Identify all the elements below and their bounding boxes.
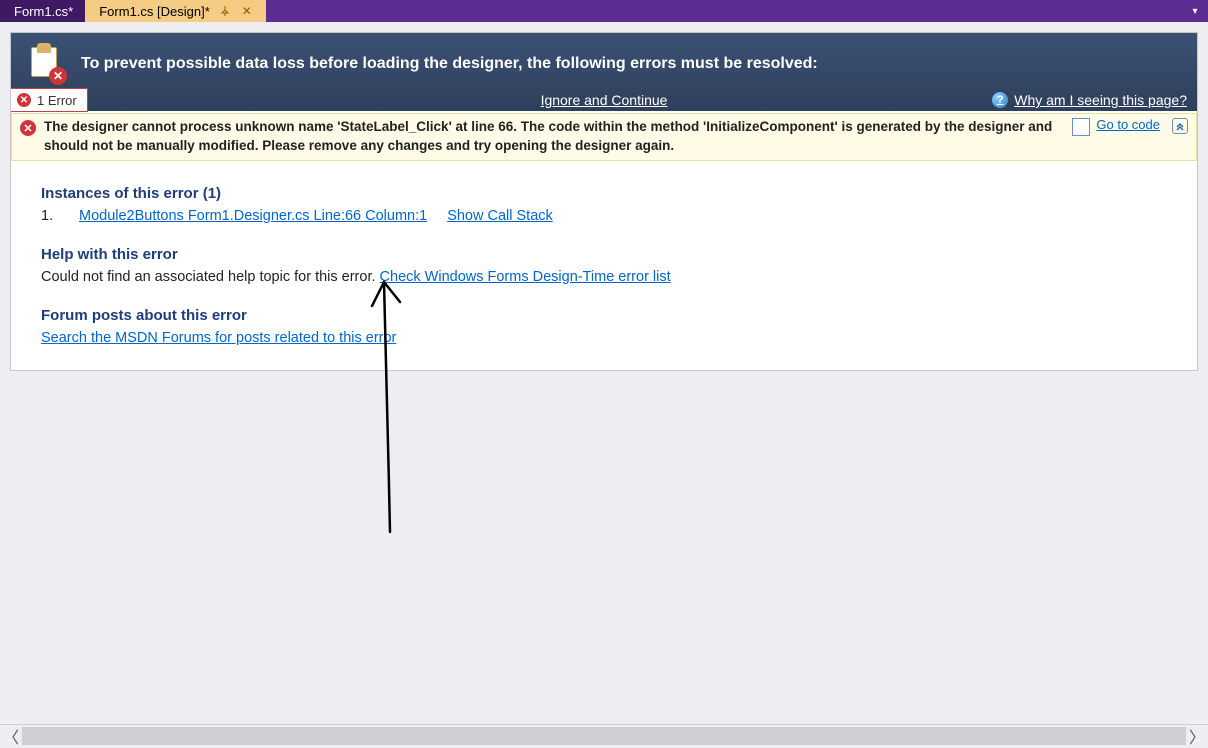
tab-overflow-dropdown[interactable]: ▾ [1186,0,1204,22]
horizontal-scrollbar[interactable]: 〈 〉 [0,724,1208,746]
help-icon: ? [992,92,1008,108]
designer-error-panel: ✕ To prevent possible data loss before l… [10,32,1198,371]
why-seeing-label: Why am I seeing this page? [1014,92,1187,108]
instance-line: 1. Module2Buttons Form1.Designer.cs Line… [41,208,1167,224]
collapse-icon[interactable] [1172,118,1188,134]
help-text: Could not find an associated help topic … [41,269,380,285]
goto-code-group: Go to code [1072,118,1160,136]
error-detail-row: ✕ The designer cannot process unknown na… [11,113,1197,161]
instance-location-link[interactable]: Module2Buttons Form1.Designer.cs Line:66… [79,208,427,224]
help-line: Could not find an associated help topic … [41,269,1167,285]
instance-number: 1. [41,208,59,224]
close-icon[interactable]: ✕ [240,4,254,18]
scroll-thumb[interactable] [22,727,1186,745]
error-icon: ✕ [20,120,36,136]
scroll-right-arrow[interactable]: 〉 [1186,725,1208,747]
error-count-label: 1 Error [37,93,77,108]
forum-link[interactable]: Search the MSDN Forums for posts related… [41,330,396,346]
document-area: ✕ To prevent possible data loss before l… [0,22,1208,724]
tab-form1-code[interactable]: Form1.cs* [0,0,85,22]
error-icon: ✕ [17,93,31,107]
help-link[interactable]: Check Windows Forms Design-Time error li… [380,269,671,285]
error-count-pill[interactable]: ✕ 1 Error [11,88,88,112]
clipboard-error-icon: ✕ [29,47,63,81]
banner-text: To prevent possible data loss before loa… [81,55,818,73]
scroll-left-arrow[interactable]: 〈 [0,725,22,747]
why-seeing-link[interactable]: ? Why am I seeing this page? [992,92,1187,108]
forum-heading: Forum posts about this error [41,307,1167,324]
action-bar: ✕ 1 Error Ignore and Continue ? Why am I… [11,87,1197,113]
instances-heading: Instances of this error (1) [41,185,1167,202]
tab-form1-design[interactable]: Form1.cs [Design]* ✕ [85,0,266,22]
goto-code-link[interactable]: Go to code [1096,118,1160,132]
help-heading: Help with this error [41,246,1167,263]
show-call-stack-link[interactable]: Show Call Stack [447,208,553,224]
tab-label: Form1.cs* [14,4,73,19]
error-message: The designer cannot process unknown name… [44,118,1064,156]
ignore-and-continue-link[interactable]: Ignore and Continue [541,92,668,108]
scroll-track[interactable] [22,727,1186,745]
tab-strip: Form1.cs* Form1.cs [Design]* ✕ ▾ [0,0,1208,22]
error-details-body: Instances of this error (1) 1. Module2Bu… [11,161,1197,370]
code-file-icon [1072,118,1090,136]
pin-icon[interactable] [218,4,232,18]
tab-label: Form1.cs [Design]* [99,4,210,19]
